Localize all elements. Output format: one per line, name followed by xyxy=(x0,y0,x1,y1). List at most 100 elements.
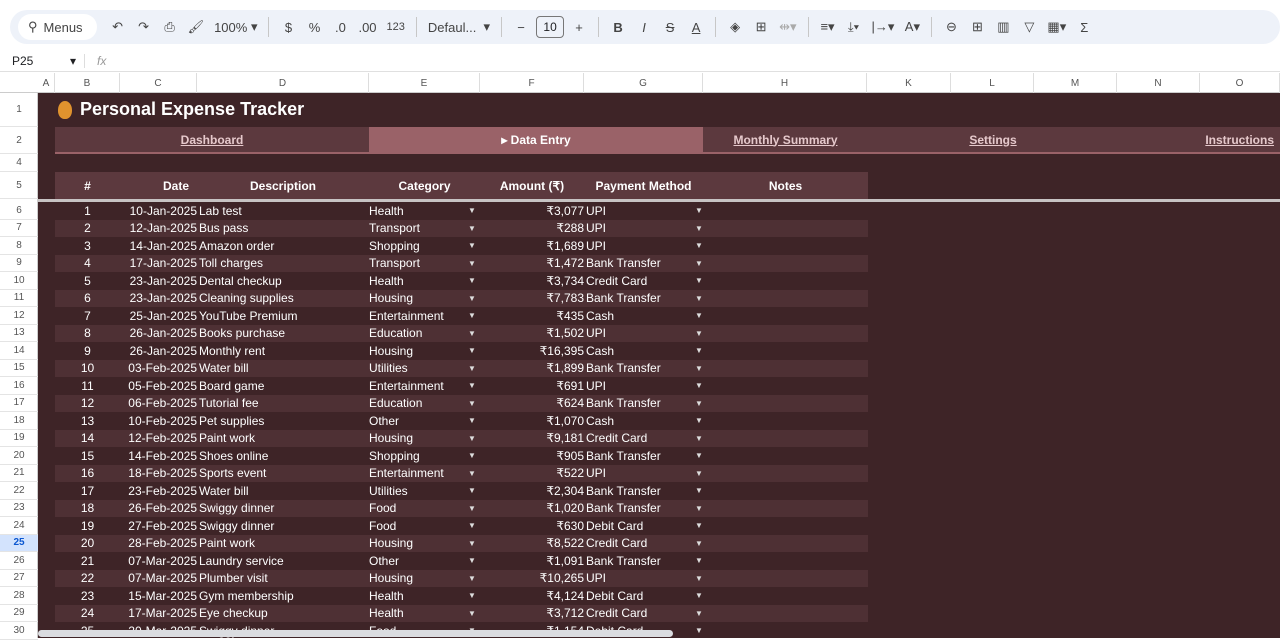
text-wrap-icon[interactable]: |→▾ xyxy=(869,15,898,39)
row-header[interactable]: 16 xyxy=(0,377,38,395)
dropdown-arrow-icon[interactable]: ▼ xyxy=(468,377,476,395)
column-header[interactable]: A xyxy=(38,73,55,93)
cell-amount[interactable]: ₹8,522 xyxy=(480,535,584,553)
dropdown-arrow-icon[interactable]: ▼ xyxy=(695,447,703,465)
cell-description[interactable]: Cleaning supplies xyxy=(199,290,369,308)
row-header[interactable]: 18 xyxy=(0,412,38,430)
name-box[interactable]: P25▾ xyxy=(0,54,84,68)
table-row[interactable]: 1514-Feb-2025Shoes onlineShopping₹905Ban… xyxy=(55,447,868,465)
cell-category[interactable]: Utilities xyxy=(369,482,480,500)
cell-row-number[interactable]: 24 xyxy=(55,605,120,623)
cell-amount[interactable]: ₹1,689 xyxy=(480,237,584,255)
cell-row-number[interactable]: 8 xyxy=(55,325,120,343)
column-header[interactable]: D xyxy=(197,73,369,93)
increase-font-size-button[interactable]: + xyxy=(568,15,590,39)
dropdown-arrow-icon[interactable]: ▼ xyxy=(468,255,476,273)
row-header[interactable]: 21 xyxy=(0,465,38,483)
cell-amount[interactable]: ₹1,020 xyxy=(480,500,584,518)
cell-description[interactable]: Swiggy dinner xyxy=(199,517,369,535)
cell-row-number[interactable]: 21 xyxy=(55,552,120,570)
italic-button[interactable]: I xyxy=(633,15,655,39)
nav-settings[interactable]: Settings xyxy=(868,127,1118,154)
cell-row-number[interactable]: 2 xyxy=(55,220,120,238)
dropdown-arrow-icon[interactable]: ▼ xyxy=(695,272,703,290)
cell-description[interactable]: Bus pass xyxy=(199,220,369,238)
cell-payment-method[interactable]: Credit Card xyxy=(586,430,703,448)
dropdown-arrow-icon[interactable]: ▼ xyxy=(468,272,476,290)
cell-category[interactable]: Entertainment xyxy=(369,307,480,325)
cell-category[interactable]: Shopping xyxy=(369,447,480,465)
cell-description[interactable]: Plumber visit xyxy=(199,570,369,588)
cell-category[interactable]: Transport xyxy=(369,255,480,273)
cell-date[interactable]: 23-Jan-2025 xyxy=(120,290,197,308)
cell-date[interactable]: 14-Jan-2025 xyxy=(120,237,197,255)
cell-category[interactable]: Education xyxy=(369,395,480,413)
row-header[interactable]: 4 xyxy=(0,154,38,172)
cell-date[interactable]: 06-Feb-2025 xyxy=(120,395,197,413)
cell-amount[interactable]: ₹905 xyxy=(480,447,584,465)
cell-row-number[interactable]: 6 xyxy=(55,290,120,308)
cell-description[interactable]: Tutorial fee xyxy=(199,395,369,413)
cell-amount[interactable]: ₹624 xyxy=(480,395,584,413)
sheet-grid[interactable]: Personal Expense Tracker Dashboard ▸ Dat… xyxy=(38,93,1280,638)
dropdown-arrow-icon[interactable]: ▼ xyxy=(695,622,703,638)
row-header[interactable]: 27 xyxy=(0,570,38,588)
cell-date[interactable]: 23-Feb-2025 xyxy=(120,482,197,500)
dropdown-arrow-icon[interactable]: ▼ xyxy=(468,220,476,238)
dropdown-arrow-icon[interactable]: ▼ xyxy=(468,342,476,360)
column-header[interactable]: H xyxy=(703,73,867,93)
cell-category[interactable]: Other xyxy=(369,552,480,570)
dropdown-arrow-icon[interactable]: ▼ xyxy=(695,342,703,360)
cell-date[interactable]: 15-Mar-2025 xyxy=(120,587,197,605)
nav-dashboard[interactable]: Dashboard xyxy=(55,127,369,154)
table-row[interactable]: 1206-Feb-2025Tutorial feeEducation₹624Ba… xyxy=(55,395,868,413)
table-row[interactable]: 2417-Mar-2025Eye checkupHealth₹3,712Cred… xyxy=(55,605,868,623)
cell-description[interactable]: Pet supplies xyxy=(199,412,369,430)
cell-description[interactable]: Eye checkup xyxy=(199,605,369,623)
dropdown-arrow-icon[interactable]: ▼ xyxy=(468,412,476,430)
cell-date[interactable]: 12-Feb-2025 xyxy=(120,430,197,448)
cell-payment-method[interactable]: Credit Card xyxy=(586,272,703,290)
table-row[interactable]: 2315-Mar-2025Gym membershipHealth₹4,124D… xyxy=(55,587,868,605)
cell-row-number[interactable]: 5 xyxy=(55,272,120,290)
currency-button[interactable]: $ xyxy=(277,15,299,39)
cell-category[interactable]: Health xyxy=(369,272,480,290)
table-row[interactable]: 110-Jan-2025Lab testHealth₹3,077UPI▼▼ xyxy=(55,202,868,220)
cell-category[interactable]: Health xyxy=(369,202,480,220)
cell-amount[interactable]: ₹9,181 xyxy=(480,430,584,448)
zoom-select[interactable]: 100% ▾ xyxy=(211,15,260,39)
dropdown-arrow-icon[interactable]: ▼ xyxy=(695,465,703,483)
cell-date[interactable]: 12-Jan-2025 xyxy=(120,220,197,238)
row-header[interactable]: 17 xyxy=(0,395,38,413)
font-size-input[interactable]: 10 xyxy=(536,16,564,38)
dropdown-arrow-icon[interactable]: ▼ xyxy=(695,360,703,378)
cell-payment-method[interactable]: Bank Transfer xyxy=(586,500,703,518)
print-icon[interactable]: ⎙ xyxy=(159,15,181,39)
dropdown-arrow-icon[interactable]: ▼ xyxy=(468,535,476,553)
row-header[interactable]: 1 xyxy=(0,93,38,127)
row-header[interactable]: 9 xyxy=(0,255,38,273)
dropdown-arrow-icon[interactable]: ▼ xyxy=(468,552,476,570)
cell-description[interactable]: Swiggy dinner xyxy=(199,500,369,518)
cell-row-number[interactable]: 16 xyxy=(55,465,120,483)
cell-payment-method[interactable]: UPI xyxy=(586,570,703,588)
cell-description[interactable]: Board game xyxy=(199,377,369,395)
dropdown-arrow-icon[interactable]: ▼ xyxy=(695,325,703,343)
cell-amount[interactable]: ₹630 xyxy=(480,517,584,535)
cell-payment-method[interactable]: Bank Transfer xyxy=(586,552,703,570)
column-header[interactable]: E xyxy=(369,73,480,93)
cell-payment-method[interactable]: Cash xyxy=(586,342,703,360)
menu-search[interactable]: ⚲Menus xyxy=(18,14,97,40)
cell-date[interactable]: 07-Mar-2025 xyxy=(120,570,197,588)
table-row[interactable]: 2107-Mar-2025Laundry serviceOther₹1,091B… xyxy=(55,552,868,570)
dropdown-arrow-icon[interactable]: ▼ xyxy=(695,220,703,238)
cell-category[interactable]: Food xyxy=(369,517,480,535)
cell-date[interactable]: 10-Jan-2025 xyxy=(120,202,197,220)
dropdown-arrow-icon[interactable]: ▼ xyxy=(695,307,703,325)
cell-amount[interactable]: ₹522 xyxy=(480,465,584,483)
cell-row-number[interactable]: 17 xyxy=(55,482,120,500)
row-header[interactable]: 15 xyxy=(0,360,38,378)
table-row[interactable]: 1618-Feb-2025Sports eventEntertainment₹5… xyxy=(55,465,868,483)
row-header[interactable]: 29 xyxy=(0,605,38,623)
row-header[interactable]: 2 xyxy=(0,127,38,154)
